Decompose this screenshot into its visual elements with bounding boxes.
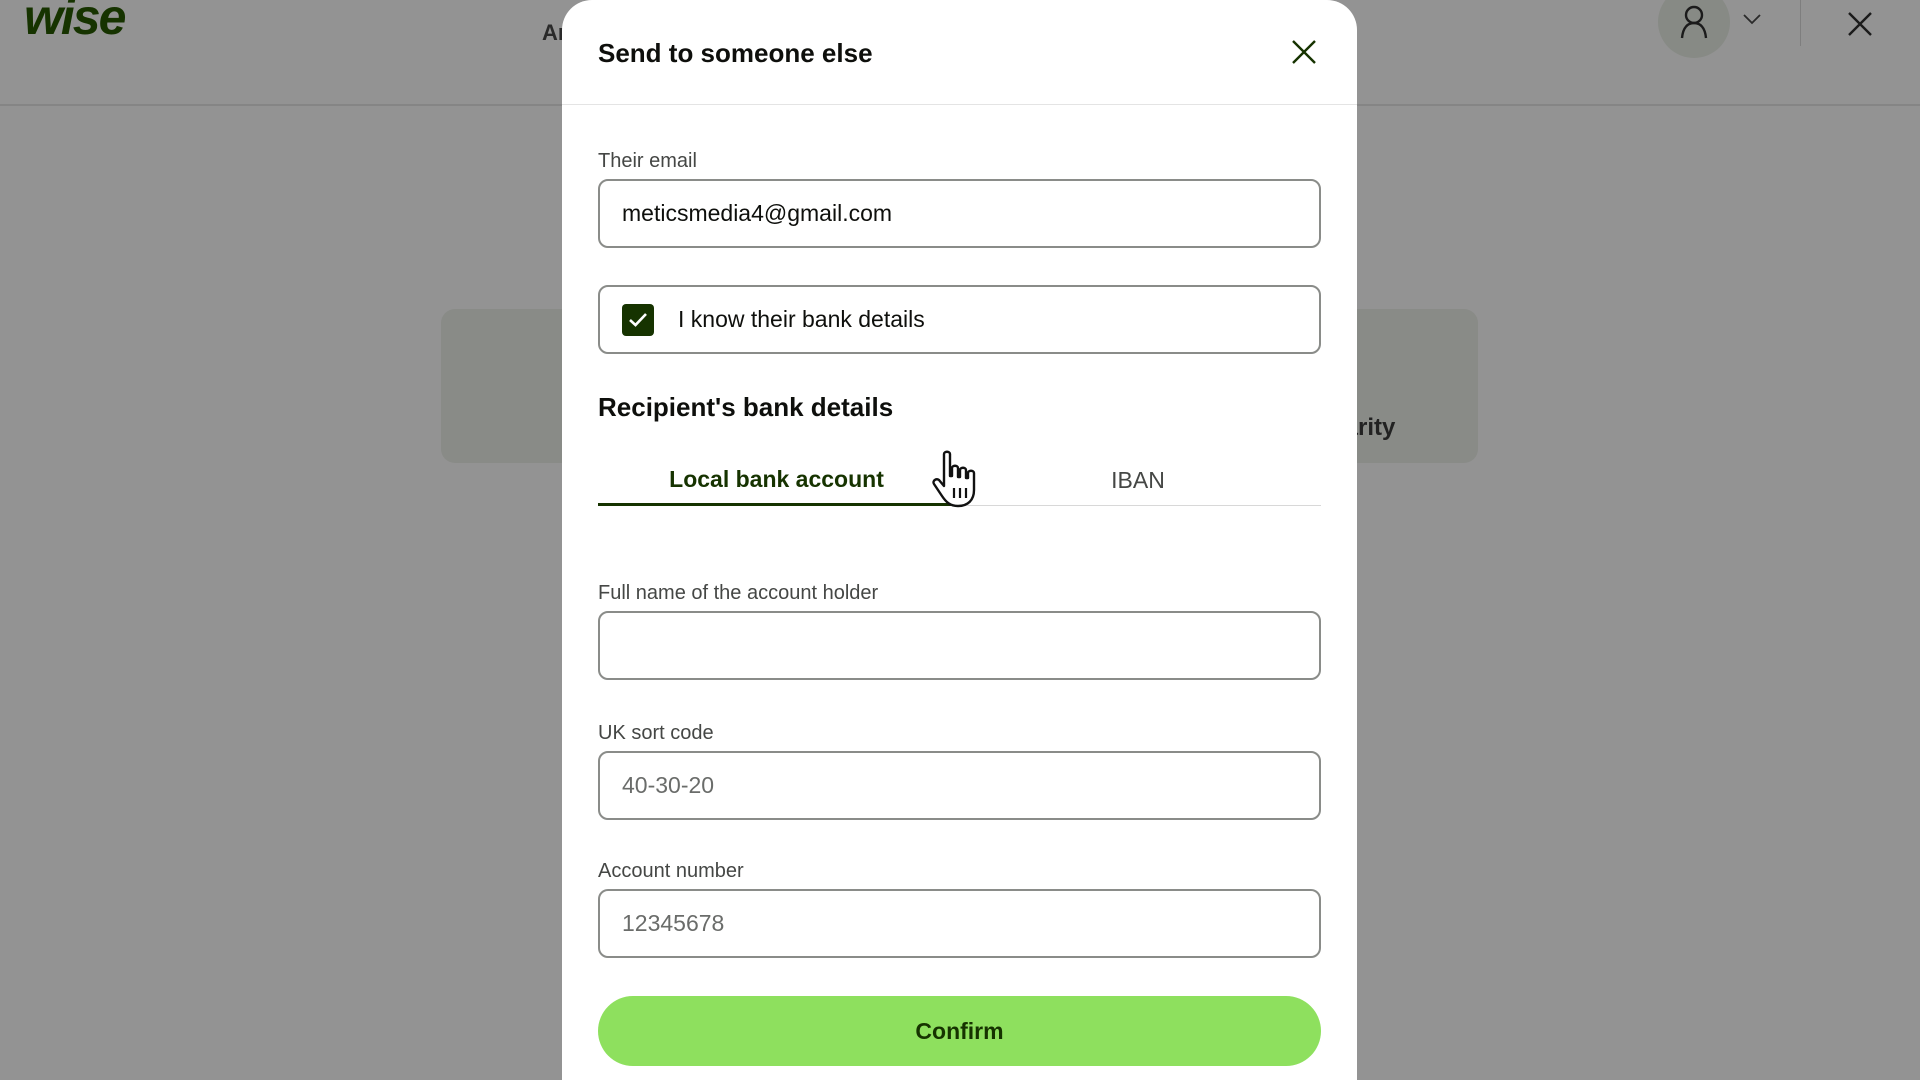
- confirm-button[interactable]: Confirm: [598, 996, 1321, 1066]
- sort-code-field[interactable]: [598, 751, 1321, 820]
- checkbox-label: I know their bank details: [678, 306, 925, 332]
- account-number-field[interactable]: [598, 889, 1321, 958]
- full-name-field[interactable]: [598, 611, 1321, 680]
- wise-logo[interactable]: wise: [24, 0, 126, 46]
- send-modal: Send to someone else Their email I know …: [562, 0, 1357, 1080]
- avatar[interactable]: [1658, 0, 1730, 58]
- full-name-label: Full name of the account holder: [598, 582, 879, 604]
- know-bank-details-checkbox[interactable]: I know their bank details: [598, 285, 1321, 354]
- section-title: Recipient's bank details: [598, 392, 894, 422]
- close-icon[interactable]: [1846, 10, 1874, 38]
- sort-code-label: UK sort code: [598, 722, 714, 744]
- email-field[interactable]: [598, 179, 1321, 248]
- modal-title: Send to someone else: [598, 38, 873, 68]
- divider: [1800, 0, 1801, 46]
- modal-header: Send to someone else: [562, 0, 1357, 105]
- tab-local-bank-account[interactable]: Local bank account: [598, 456, 955, 506]
- close-icon[interactable]: [1290, 38, 1318, 66]
- account-number-label: Account number: [598, 860, 744, 882]
- checkbox[interactable]: [622, 303, 654, 336]
- chevron-down-icon[interactable]: [1742, 12, 1762, 26]
- tab-iban[interactable]: IBAN: [955, 456, 1321, 504]
- user-icon: [1680, 5, 1708, 39]
- hand-cursor-icon: [932, 450, 976, 508]
- checkmark-icon: [629, 312, 647, 327]
- email-label: Their email: [598, 150, 697, 172]
